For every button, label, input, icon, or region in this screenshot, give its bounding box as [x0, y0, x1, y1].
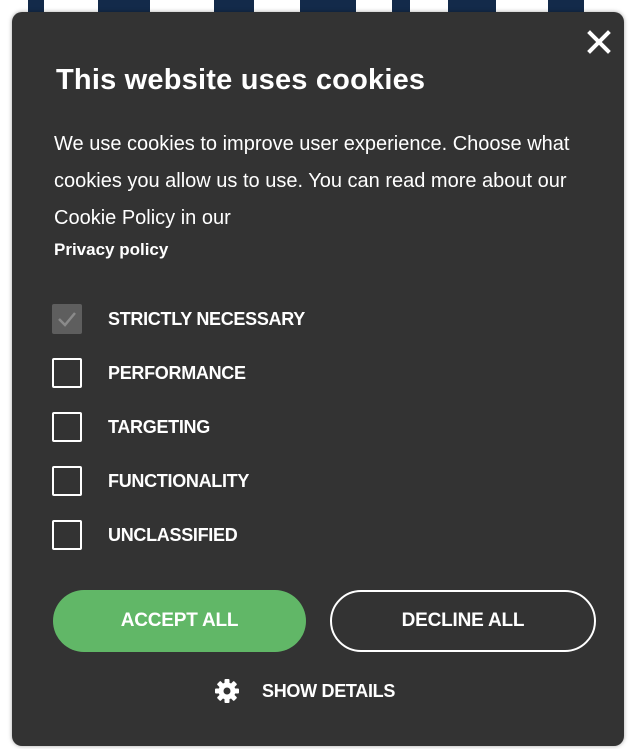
dialog-title: This website uses cookies — [56, 64, 426, 96]
option-performance[interactable]: PERFORMANCE — [52, 358, 305, 412]
checkbox-functionality[interactable] — [52, 466, 82, 496]
show-details-button[interactable]: SHOW DETAILS — [214, 678, 395, 704]
checkbox-performance[interactable] — [52, 358, 82, 388]
checkmark-icon — [58, 312, 76, 327]
decline-all-button[interactable]: DECLINE ALL — [330, 590, 596, 652]
option-targeting[interactable]: TARGETING — [52, 412, 305, 466]
show-details-label: SHOW DETAILS — [262, 680, 396, 701]
cookie-options-list: STRICTLY NECESSARY PERFORMANCE TARGETING… — [52, 304, 305, 574]
option-functionality[interactable]: FUNCTIONALITY — [52, 466, 305, 520]
option-label: STRICTLY NECESSARY — [108, 309, 305, 329]
privacy-policy-link[interactable]: Privacy policy — [54, 240, 168, 260]
checkbox-strictly-necessary — [52, 304, 82, 334]
dialog-description: We use cookies to improve user experienc… — [54, 133, 570, 229]
option-label: TARGETING — [108, 417, 210, 437]
option-unclassified[interactable]: UNCLASSIFIED — [52, 520, 305, 574]
close-button[interactable] — [586, 29, 612, 55]
accept-all-button[interactable]: ACCEPT ALL — [53, 590, 306, 652]
checkbox-targeting[interactable] — [52, 412, 82, 442]
option-label: PERFORMANCE — [108, 363, 246, 383]
option-strictly-necessary: STRICTLY NECESSARY — [52, 304, 305, 358]
option-label: UNCLASSIFIED — [108, 525, 238, 545]
option-label: FUNCTIONALITY — [108, 471, 250, 491]
gear-icon — [215, 679, 239, 703]
cookie-consent-dialog: This website uses cookies We use cookies… — [12, 12, 624, 746]
close-icon — [587, 30, 611, 54]
checkbox-unclassified[interactable] — [52, 520, 82, 550]
